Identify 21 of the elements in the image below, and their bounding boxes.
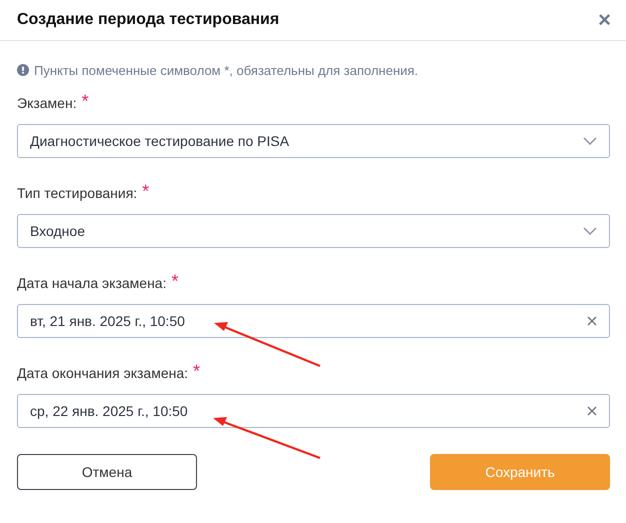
clear-icon[interactable]	[587, 316, 597, 326]
date-field[interactable]: вт, 21 янв. 2025 г., 10:50	[17, 304, 610, 338]
required-note: Пункты помеченные символом *, обязательны для заполнения.	[34, 62, 418, 78]
dropdown-field[interactable]: Диагностическое тестирование по PISA	[17, 124, 610, 158]
required-mark: *	[142, 184, 150, 198]
field-label: Тип тестирования:	[17, 185, 138, 201]
clear-icon[interactable]	[587, 406, 597, 416]
dropdown-field[interactable]: Входное	[17, 214, 610, 248]
required-mark: *	[82, 94, 89, 108]
chevron-down-icon	[583, 227, 597, 235]
required-mark: *	[171, 274, 178, 288]
cancel-button[interactable]: Отмена	[17, 454, 197, 490]
field-label: Дата окончания экзамена:	[17, 365, 188, 381]
close-button[interactable]: ×	[594, 9, 615, 31]
date-field[interactable]: ср, 22 янв. 2025 г., 10:50	[17, 394, 610, 428]
dialog-title: Создание периода тестирования	[17, 11, 280, 29]
info-icon	[17, 64, 29, 76]
required-mark: *	[193, 364, 200, 378]
field-label: Дата начала экзамена:	[17, 275, 166, 291]
chevron-down-icon	[583, 137, 597, 145]
field-label: Экзамен:	[17, 95, 77, 111]
